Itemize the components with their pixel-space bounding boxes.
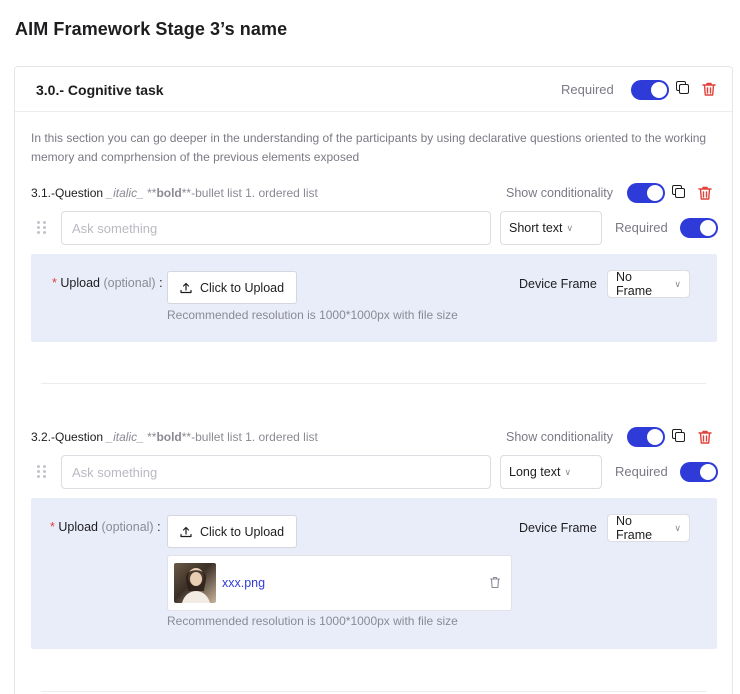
question-divider (41, 383, 706, 384)
format-bold-close: ** (181, 186, 192, 200)
upload-icon (180, 526, 192, 537)
uploaded-file-card: xxx.png (167, 555, 512, 611)
uploaded-file-link[interactable]: xxx.png (222, 576, 265, 590)
upload-label: * Upload (optional) : (52, 276, 163, 290)
device-frame-select[interactable]: No Frame ∨ (607, 514, 690, 542)
question-number: 3.1.-Question (31, 186, 104, 200)
device-frame-label: Device Frame (519, 521, 597, 535)
chevron-down-icon: ∨ (564, 466, 572, 477)
question-input[interactable] (61, 211, 491, 245)
upload-button-label: Click to Upload (200, 280, 285, 295)
question-required-toggle[interactable] (680, 462, 718, 482)
conditionality-toggle[interactable] (627, 427, 665, 447)
upload-label-colon: : (157, 520, 161, 534)
page-title: AIM Framework Stage 3’s name (15, 19, 288, 39)
device-frame-label: Device Frame (519, 277, 597, 291)
format-bold-hint: bold (156, 430, 182, 444)
question-type-value: Long text (509, 465, 561, 479)
upload-panel: * Upload (optional) : Click to Upload xx… (31, 498, 717, 649)
show-conditionality-label: Show conditionality (506, 430, 614, 444)
upload-icon (180, 282, 192, 293)
section-title: 3.0.- Cognitive task (36, 82, 164, 98)
format-italic-hint: _italic_ (106, 430, 144, 444)
trash-icon[interactable] (489, 576, 501, 589)
trash-icon[interactable] (697, 185, 713, 201)
show-conditionality-label: Show conditionality (506, 186, 614, 200)
upload-label-text: Upload (60, 276, 100, 290)
question-input[interactable] (61, 455, 491, 489)
question-required-toggle[interactable] (680, 218, 718, 238)
section-required-toggle[interactable] (631, 80, 669, 100)
device-frame-select[interactable]: No Frame ∨ (607, 270, 690, 298)
question-title: 3.2.-Question _italic_ **bold**-bullet l… (31, 430, 318, 444)
conditionality-toggle[interactable] (627, 183, 665, 203)
format-list-hint: -bullet list 1. ordered list (191, 186, 318, 200)
section-description: In this section you can go deeper in the… (31, 131, 707, 164)
upload-panel: * Upload (optional) : Click to Upload Re… (31, 254, 717, 342)
format-bold-close: ** (181, 430, 192, 444)
upload-label-text: Upload (58, 520, 98, 534)
required-star: * (52, 276, 57, 290)
image-thumbnail (174, 563, 216, 603)
copy-icon[interactable] (676, 81, 690, 95)
section-required-label: Required (561, 82, 614, 97)
device-frame-value: No Frame (616, 514, 653, 542)
trash-icon[interactable] (701, 81, 717, 97)
upload-label-colon: : (159, 276, 163, 290)
format-bold-hint: bold (156, 186, 182, 200)
upload-button[interactable]: Click to Upload (167, 271, 298, 304)
section-card: 3.0.- Cognitive task Required In this se… (14, 66, 733, 694)
upload-hint: Recommended resolution is 1000*1000px wi… (167, 614, 458, 628)
question-divider (41, 691, 706, 692)
chevron-down-icon: ∨ (674, 522, 681, 533)
upload-label: * Upload (optional) : (50, 520, 161, 534)
question-number: 3.2.-Question (31, 430, 104, 444)
question-title: 3.1.-Question _italic_ **bold**-bullet l… (31, 186, 318, 200)
trash-icon[interactable] (697, 429, 713, 445)
upload-button[interactable]: Click to Upload (167, 515, 298, 548)
copy-icon[interactable] (672, 185, 686, 199)
required-star: * (50, 520, 55, 534)
question-type-value: Short text (509, 221, 563, 235)
drag-handle-icon[interactable] (37, 465, 47, 479)
upload-optional-text: (optional) (101, 520, 154, 534)
question-type-select[interactable]: Long text ∨ (500, 455, 602, 489)
copy-icon[interactable] (672, 429, 686, 443)
upload-button-label: Click to Upload (200, 524, 285, 539)
section-header: 3.0.- Cognitive task Required (15, 67, 732, 112)
question-required-label: Required (615, 464, 668, 479)
format-italic-hint: _italic_ (106, 186, 144, 200)
drag-handle-icon[interactable] (37, 221, 47, 235)
upload-hint: Recommended resolution is 1000*1000px wi… (167, 308, 458, 322)
upload-optional-text: (optional) (103, 276, 156, 290)
device-frame-value: No Frame (616, 270, 653, 298)
format-list-hint: -bullet list 1. ordered list (191, 430, 318, 444)
chevron-down-icon: ∨ (566, 222, 574, 233)
question-type-select[interactable]: Short text ∨ (500, 211, 602, 245)
chevron-down-icon: ∨ (674, 278, 681, 289)
question-required-label: Required (615, 220, 668, 235)
